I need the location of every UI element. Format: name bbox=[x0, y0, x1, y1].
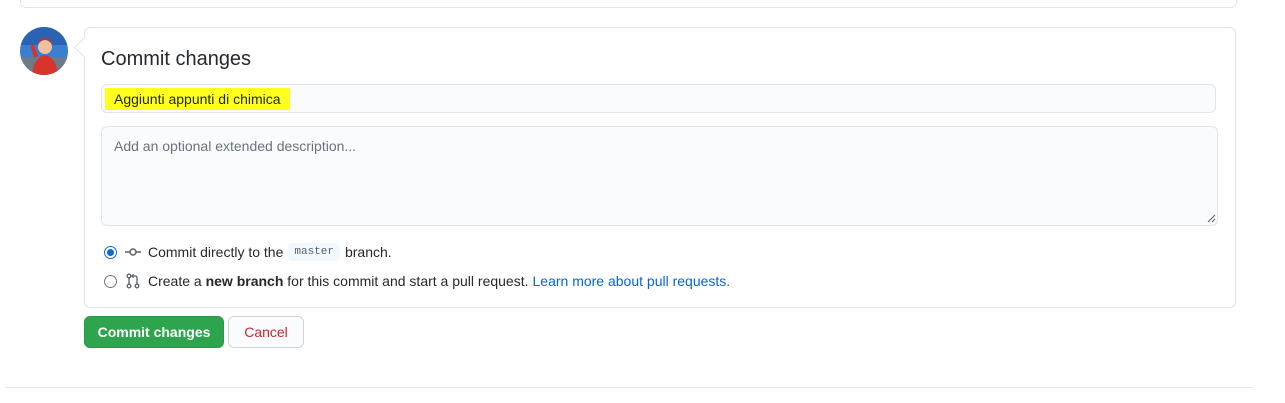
commit-direct-label-prefix: Commit directly to the bbox=[148, 244, 284, 260]
branch-name: master bbox=[288, 243, 340, 261]
git-pull-request-icon bbox=[126, 273, 140, 289]
new-branch-label-bold: new branch bbox=[205, 273, 284, 289]
git-commit-icon bbox=[125, 248, 141, 256]
avatar-image bbox=[20, 27, 68, 75]
commit-description-field[interactable] bbox=[101, 126, 1218, 226]
resize-handle-icon[interactable] bbox=[1207, 214, 1216, 223]
new-branch-option[interactable]: Create a new branch for this commit and … bbox=[104, 271, 730, 291]
bottom-divider bbox=[5, 387, 1253, 388]
commit-summary-value: Aggiunti appunti di chimica bbox=[105, 88, 290, 110]
user-avatar[interactable] bbox=[20, 27, 68, 75]
commit-direct-label-suffix: branch. bbox=[344, 244, 392, 260]
new-branch-label-prefix: Create a bbox=[148, 273, 202, 289]
new-branch-radio[interactable] bbox=[104, 274, 117, 288]
commit-changes-button[interactable]: Commit changes bbox=[84, 316, 224, 348]
commit-direct-option[interactable]: Commit directly to the master branch. bbox=[104, 242, 392, 262]
cancel-button[interactable]: Cancel bbox=[228, 316, 304, 348]
new-branch-label-suffix: for this commit and start a pull request… bbox=[287, 273, 529, 289]
pull-requests-help-link[interactable]: Learn more about pull requests. bbox=[533, 273, 731, 289]
panel-caret bbox=[73, 36, 96, 59]
commit-panel: Commit changes Aggiunti appunti di chimi… bbox=[73, 27, 1236, 308]
commit-direct-radio[interactable] bbox=[104, 245, 117, 259]
previous-panel bbox=[20, 0, 1237, 8]
commit-title: Commit changes bbox=[101, 48, 252, 70]
commit-summary-input[interactable]: Aggiunti appunti di chimica bbox=[101, 84, 1216, 113]
